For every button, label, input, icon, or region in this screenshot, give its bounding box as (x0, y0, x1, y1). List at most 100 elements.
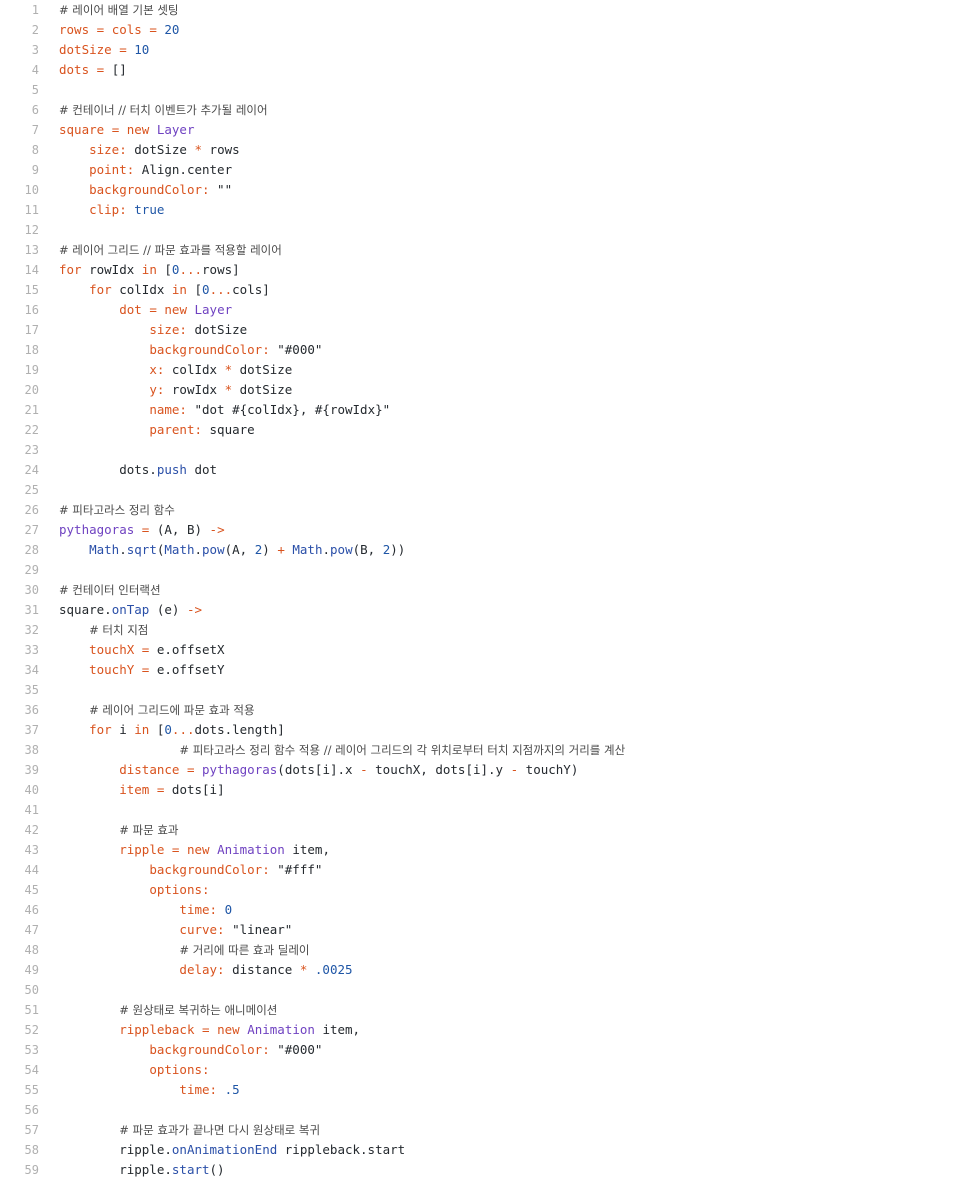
code-line[interactable]: 9 point: Align.center (0, 160, 976, 180)
code-content: # 피타고라스 정리 함수 (59, 500, 175, 520)
property: curve: (179, 922, 225, 937)
line-number: 13 (24, 243, 39, 257)
code-line[interactable]: 14 for rowIdx in [0...rows] (0, 260, 976, 280)
code-line[interactable]: 48 # 거리에 따른 효과 딜레이 (0, 940, 976, 960)
code-line[interactable]: 11 clip: true (0, 200, 976, 220)
code-line[interactable]: 27 pythagoras = (A, B) -> (0, 520, 976, 540)
code-line[interactable]: 50 (0, 980, 976, 1000)
code-line[interactable]: 25 (0, 480, 976, 500)
code-line[interactable]: 46 time: 0 (0, 900, 976, 920)
code-text: "linear" (224, 922, 293, 937)
code-line[interactable]: 23 (0, 440, 976, 460)
code-line[interactable]: 56 (0, 1100, 976, 1120)
code-line[interactable]: 31 square.onTap (e) -> (0, 600, 976, 620)
code-line[interactable]: 34 touchY = e.offsetY (0, 660, 976, 680)
code-line[interactable]: 59 ripple.start() (0, 1160, 976, 1180)
code-text: dotSize (232, 382, 293, 397)
code-line[interactable]: 16 dot = new Layer (0, 300, 976, 320)
code-line[interactable]: 40 item = dots[i] (0, 780, 976, 800)
code-line[interactable]: 58 ripple.onAnimationEnd rippleback.star… (0, 1140, 976, 1160)
code-line[interactable]: 20 y: rowIdx * dotSize (0, 380, 976, 400)
code-line[interactable]: 44 backgroundColor: "#fff" (0, 860, 976, 880)
code-line[interactable]: 53 backgroundColor: "#000" (0, 1040, 976, 1060)
code-line[interactable]: 54 options: (0, 1060, 976, 1080)
code-line[interactable]: 42 # 파문 효과 (0, 820, 976, 840)
function-name: Math (89, 542, 120, 557)
code-line[interactable]: 12 (0, 220, 976, 240)
function-name: onAnimationEnd (171, 1142, 278, 1157)
property: y: (149, 382, 165, 397)
operator: ... (179, 262, 203, 277)
code-line[interactable]: 24 dots.push dot (0, 460, 976, 480)
code-content: time: .5 (59, 1080, 239, 1100)
code-line[interactable]: 36 # 레이어 그리드에 파문 효과 적용 (0, 700, 976, 720)
code-line[interactable]: 30 # 컨테이터 인터랙션 (0, 580, 976, 600)
code-text: "dot #{colIdx}, #{rowIdx}" (186, 402, 391, 417)
code-line[interactable]: 21 name: "dot #{colIdx}, #{rowIdx}" (0, 400, 976, 420)
code-line[interactable]: 57 # 파문 효과가 끝나면 다시 원상태로 복귀 (0, 1120, 976, 1140)
code-line[interactable]: 19 x: colIdx * dotSize (0, 360, 976, 380)
code-line[interactable]: 26 # 피타고라스 정리 함수 (0, 500, 976, 520)
code-line[interactable]: 1 # 레이어 배열 기본 셋팅 (0, 0, 976, 20)
line-number: 26 (24, 503, 39, 517)
code-line[interactable]: 6 # 컨테이너 // 터치 이벤트가 추가될 레이어 (0, 100, 976, 120)
code-line[interactable]: 51 # 원상태로 복귀하는 애니메이션 (0, 1000, 976, 1020)
code-line[interactable]: 28 Math.sqrt(Math.pow(A, 2) + Math.pow(B… (0, 540, 976, 560)
code-content: dot = new Layer (59, 300, 232, 320)
code-line[interactable]: 22 parent: square (0, 420, 976, 440)
code-text: touchY) (518, 762, 579, 777)
code-content: # 터치 지점 (59, 620, 148, 640)
code-line[interactable]: 38 # 피타고라스 정리 함수 적용 // 레이어 그리드의 각 위치로부터 … (0, 740, 976, 760)
code-line[interactable]: 49 delay: distance * .0025 (0, 960, 976, 980)
code-line[interactable]: 15 for colIdx in [0...cols] (0, 280, 976, 300)
code-line[interactable]: 52 rippleback = new Animation item, (0, 1020, 976, 1040)
line-number: 46 (24, 903, 39, 917)
code-text: colIdx (164, 362, 225, 377)
code-line[interactable]: 13 # 레이어 그리드 // 파문 효과를 적용할 레이어 (0, 240, 976, 260)
function-name: pow (202, 542, 225, 557)
code-line[interactable]: 18 backgroundColor: "#000" (0, 340, 976, 360)
property: options: (149, 1062, 210, 1077)
code-text: e.offsetY (149, 662, 225, 677)
code-line[interactable]: 4 dots = [] (0, 60, 976, 80)
code-line[interactable]: 45 options: (0, 880, 976, 900)
code-line[interactable]: 3 dotSize = 10 (0, 40, 976, 60)
comment: # 레이어 그리드에 파문 효과 적용 (89, 703, 255, 717)
property: options: (149, 882, 210, 897)
code-line[interactable]: 2 rows = cols = 20 (0, 20, 976, 40)
code-content: square.onTap (e) -> (59, 600, 202, 620)
code-line[interactable]: 35 (0, 680, 976, 700)
line-number: 8 (31, 143, 39, 157)
function-name: start (171, 1162, 210, 1177)
code-line[interactable]: 7 square = new Layer (0, 120, 976, 140)
code-line[interactable]: 41 (0, 800, 976, 820)
keyword: for (89, 282, 112, 297)
code-line[interactable]: 39 distance = pythagoras(dots[i].x - tou… (0, 760, 976, 780)
code-line[interactable]: 37 for i in [0...dots.length] (0, 720, 976, 740)
code-text: dots.length] (194, 722, 285, 737)
function-name: Math (164, 542, 195, 557)
code-line[interactable]: 47 curve: "linear" (0, 920, 976, 940)
keyword: new (164, 302, 187, 317)
code-line[interactable]: 29 (0, 560, 976, 580)
code-line[interactable]: 43 ripple = new Animation item, (0, 840, 976, 860)
code-line[interactable]: 10 backgroundColor: "" (0, 180, 976, 200)
code-line[interactable]: 32 # 터치 지점 (0, 620, 976, 640)
code-text: ripple. (59, 1142, 172, 1157)
code-line[interactable]: 33 touchX = e.offsetX (0, 640, 976, 660)
code-text: colIdx (111, 282, 172, 297)
code-line[interactable]: 17 size: dotSize (0, 320, 976, 340)
line-number: 30 (24, 583, 39, 597)
code-line[interactable]: 55 time: .5 (0, 1080, 976, 1100)
code-editor[interactable]: 1 # 레이어 배열 기본 셋팅 2 rows = cols = 20 3 dotSize… (0, 0, 976, 1179)
code-line[interactable]: 8 size: dotSize * rows (0, 140, 976, 160)
code-line[interactable]: 5 (0, 80, 976, 100)
